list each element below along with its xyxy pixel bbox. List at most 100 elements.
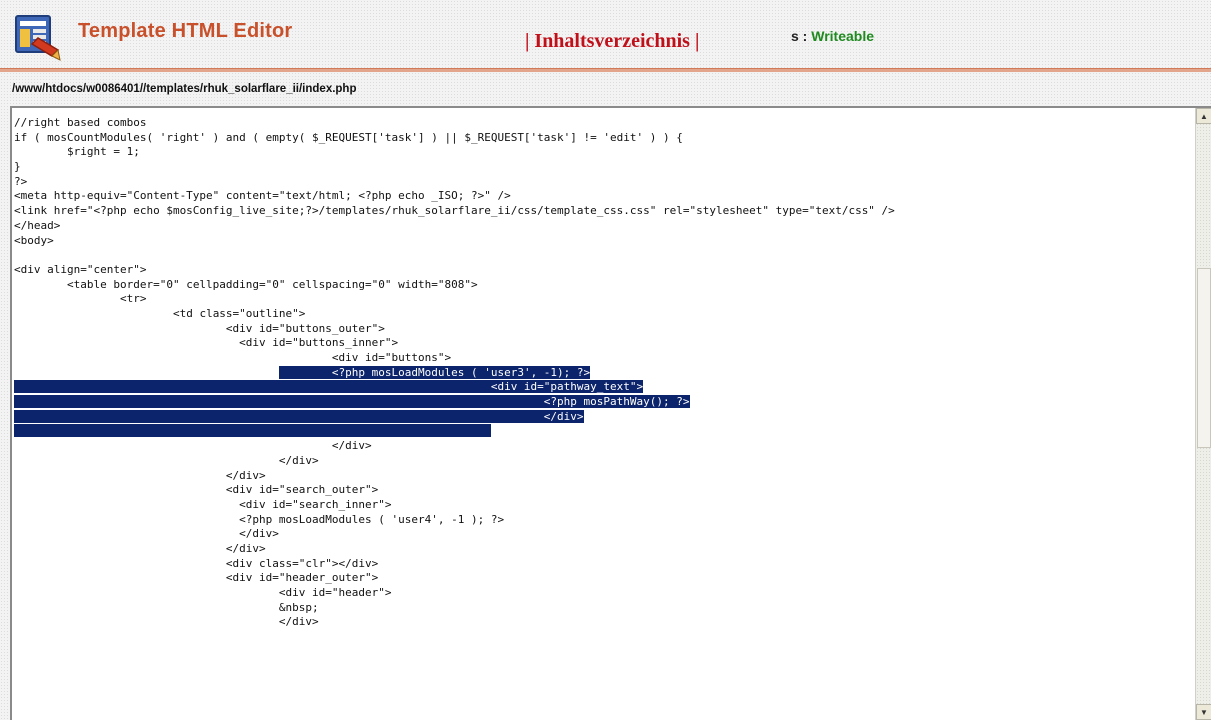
scroll-down-arrow-icon[interactable]: ▼ xyxy=(1196,704,1211,720)
code-line[interactable]: </div> xyxy=(14,439,1194,454)
code-text: <link href="<?php echo $mosConfig_live_s… xyxy=(14,204,895,218)
code-line[interactable]: <?php mosPathWay(); ?> xyxy=(14,395,1194,410)
code-line[interactable]: <div align="center"> xyxy=(14,263,1194,278)
code-text: $right = 1; xyxy=(66,145,140,159)
code-text: </head> xyxy=(14,218,61,232)
code-line[interactable]: <body> xyxy=(14,234,1194,249)
code-line[interactable]: </div> xyxy=(14,409,1194,425)
code-line[interactable]: </head> xyxy=(14,219,1194,234)
code-line[interactable]: } xyxy=(14,160,1194,175)
selected-text[interactable]: <?php mosLoadModules ( 'user3', -1); ?> xyxy=(278,365,591,379)
code-line[interactable]: <div class="clr"></div> xyxy=(14,557,1194,572)
code-line[interactable]: //right based combos xyxy=(14,116,1194,131)
code-line[interactable]: <link href="<?php echo $mosConfig_live_s… xyxy=(14,204,1194,219)
code-line[interactable]: if ( mosCountModules( 'right' ) and ( em… xyxy=(14,131,1194,146)
code-line[interactable]: &nbsp; xyxy=(14,601,1194,616)
scroll-thumb[interactable] xyxy=(1197,268,1211,448)
code-line[interactable]: <tr> xyxy=(14,292,1194,307)
toc-link[interactable]: | Inhaltsverzeichnis | xyxy=(525,30,699,53)
code-text: <td class="outline"> xyxy=(172,306,306,320)
selected-text[interactable]: <?php mosPathWay(); ?> xyxy=(14,395,690,409)
code-line[interactable]: </div> xyxy=(14,527,1194,542)
code-text: </div> xyxy=(278,453,319,467)
code-text: <div id="buttons"> xyxy=(331,351,452,364)
code-line[interactable]: <?php mosLoadModules ( 'user4', -1 ); ?> xyxy=(14,513,1194,528)
code-line[interactable]: </div> xyxy=(14,542,1194,557)
code-text: </div> xyxy=(331,439,372,453)
code-text: <tr> xyxy=(119,292,147,306)
code-text: <div id="search_outer"> xyxy=(225,483,379,497)
code-text: <div id="buttons_inner"> xyxy=(239,336,399,350)
header-divider xyxy=(0,68,1211,72)
code-line[interactable]: <div id="search_inner"> xyxy=(14,498,1194,513)
code-line[interactable]: <meta http-equiv="Content-Type" content=… xyxy=(14,189,1194,204)
code-line[interactable]: <div id="buttons_inner"> xyxy=(14,336,1194,351)
code-line[interactable]: <div id="pathway_text"> xyxy=(14,380,1194,395)
code-line[interactable] xyxy=(14,248,1194,263)
code-text: <table border="0" cellpadding="0" cellsp… xyxy=(66,277,478,291)
template-editor-icon xyxy=(12,10,64,62)
code-text: <div class="clr"></div> xyxy=(225,556,379,570)
code-line[interactable]: <div id="buttons"> xyxy=(14,351,1194,366)
code-text: <meta http-equiv="Content-Type" content=… xyxy=(14,189,511,203)
code-line[interactable]: </div> xyxy=(14,454,1194,469)
write-status: s : Writeable xyxy=(791,28,874,44)
code-text: <div align="center"> xyxy=(14,262,147,276)
code-text: if ( mosCountModules( 'right' ) and ( em… xyxy=(14,130,683,144)
code-line[interactable] xyxy=(14,424,1194,439)
selected-text[interactable] xyxy=(14,424,491,438)
code-line[interactable]: <div id="header"> xyxy=(14,586,1194,601)
code-text: //right based combos xyxy=(14,116,147,129)
code-text: } xyxy=(14,160,21,174)
page: Template HTML Editor | Inhaltsverzeichni… xyxy=(0,0,1211,720)
status-value: Writeable xyxy=(811,28,874,44)
code-line[interactable]: <table border="0" cellpadding="0" cellsp… xyxy=(14,278,1194,293)
code-text: <div id="header"> xyxy=(278,586,392,599)
code-line[interactable]: <?php mosLoadModules ( 'user3', -1); ?> xyxy=(14,365,1194,381)
scroll-up-arrow-icon[interactable]: ▲ xyxy=(1196,108,1211,124)
code-text: </div> xyxy=(278,615,319,629)
code-editor[interactable]: //right based combos if ( mosCountModules… xyxy=(10,106,1211,720)
code-line[interactable]: <div id="search_outer"> xyxy=(14,483,1194,498)
code-text: </div> xyxy=(239,527,279,541)
code-text: <div id="search_inner"> xyxy=(239,497,392,511)
code-line[interactable]: $right = 1; xyxy=(14,145,1194,160)
code-line[interactable]: <div id="buttons_outer"> xyxy=(14,322,1194,337)
selected-text[interactable]: <div id="pathway_text"> xyxy=(14,380,644,394)
selected-text[interactable]: </div> xyxy=(14,409,584,423)
code-line[interactable]: </div> xyxy=(14,615,1194,630)
code-line[interactable]: </div> xyxy=(14,469,1194,484)
file-path: /www/htdocs/w0086401//templates/rhuk_sol… xyxy=(12,83,357,95)
code-line[interactable]: <td class="outline"> xyxy=(14,307,1194,322)
code-text: <div id="buttons_outer"> xyxy=(225,321,385,335)
code-text: </div> xyxy=(225,468,266,482)
code-text-area[interactable]: //right based combos if ( mosCountModules… xyxy=(14,116,1194,630)
vertical-scrollbar[interactable]: ▲ ▼ xyxy=(1195,108,1211,720)
code-text: <body> xyxy=(14,233,54,247)
code-text: ?> xyxy=(14,174,28,188)
code-line[interactable]: <div id="header_outer"> xyxy=(14,571,1194,586)
code-text: <?php mosLoadModules ( 'user4', -1 ); ?> xyxy=(239,512,505,526)
code-text: &nbsp; xyxy=(278,600,319,614)
code-line[interactable]: ?> xyxy=(14,175,1194,190)
